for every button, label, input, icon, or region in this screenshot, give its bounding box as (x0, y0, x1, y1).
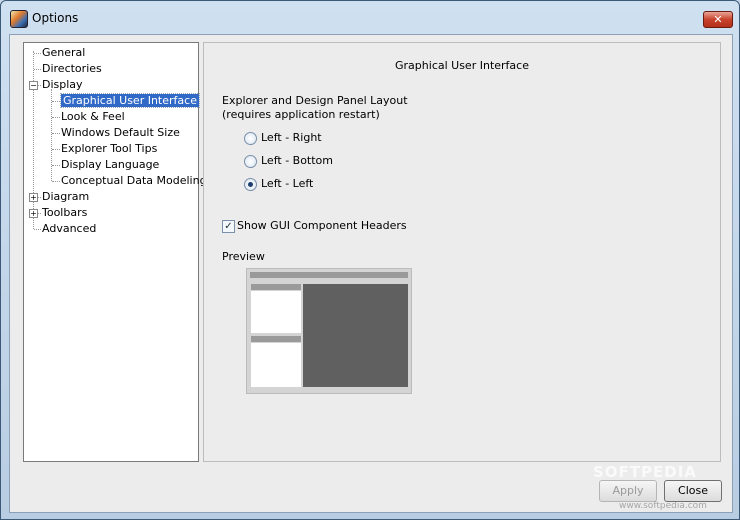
tree-item[interactable]: Windows Default Size (61, 125, 180, 140)
radio-left-left-indicator[interactable] (244, 178, 257, 191)
tree-item-label[interactable]: Diagram (42, 190, 89, 203)
tree-item-label[interactable]: Conceptual Data Modeling (61, 174, 207, 187)
tree-item-label[interactable]: General (42, 46, 85, 59)
tree-guide-line (52, 133, 60, 134)
window-close-button[interactable]: ✕ (703, 11, 733, 28)
preview-explorer-header (251, 284, 301, 290)
tree-item[interactable]: Display (42, 77, 83, 92)
tree-item[interactable]: Diagram (42, 189, 89, 204)
tree-item[interactable]: Advanced (42, 221, 96, 236)
dialog-body: General Directories − Display Graphical User… (9, 34, 733, 513)
collapse-icon[interactable]: − (29, 81, 38, 90)
tree-guide-line (34, 53, 41, 54)
close-button[interactable]: Close (664, 480, 722, 502)
radio-left-left-label[interactable]: Left - Left (261, 176, 313, 192)
tree-item[interactable]: Display Language (61, 157, 159, 172)
layout-section-label: Explorer and Design Panel Layout (requir… (222, 94, 408, 122)
tree-item[interactable]: General (42, 45, 85, 60)
radio-left-bottom-label[interactable]: Left - Bottom (261, 153, 333, 169)
preview-second-header (251, 336, 301, 342)
watermark-url: www.softpedia.com (619, 501, 707, 511)
tree-item-label[interactable]: Look & Feel (61, 110, 125, 123)
tree-guide-line (52, 101, 60, 102)
layout-label-line1: Explorer and Design Panel Layout (222, 94, 408, 107)
tree-guide-line (52, 165, 60, 166)
window-title: Options (32, 11, 79, 25)
expand-icon[interactable]: + (29, 209, 38, 218)
tree-item[interactable]: Explorer Tool Tips (61, 141, 157, 156)
radio-left-right-indicator[interactable] (244, 132, 257, 145)
tree-guide-line (34, 229, 41, 230)
options-window: Options ✕ General Directories − Display Grap… (0, 0, 740, 520)
tree-guide-line (52, 117, 60, 118)
expand-icon[interactable]: + (29, 193, 38, 202)
tree-guide-line (34, 69, 41, 70)
preview-label: Preview (222, 250, 265, 263)
layout-preview (246, 268, 412, 394)
settings-panel: Graphical User Interface Explorer and De… (203, 42, 721, 462)
tree-item[interactable]: Conceptual Data Modeling (61, 173, 207, 188)
tree-item-label[interactable]: Graphical User Interface (60, 93, 200, 108)
tree-guide-line (51, 89, 52, 181)
tree-item-label[interactable]: Advanced (42, 222, 96, 235)
tree-item[interactable]: Look & Feel (61, 109, 125, 124)
tree-item-label[interactable]: Display Language (61, 158, 159, 171)
tree-item[interactable]: Graphical User Interface (60, 93, 200, 108)
app-icon (10, 10, 28, 28)
tree-guide-line (52, 181, 60, 182)
preview-explorer-pane (251, 291, 301, 333)
layout-label-line2: (requires application restart) (222, 108, 380, 121)
tree-guide-line (33, 51, 34, 229)
tree-item[interactable]: Directories (42, 61, 102, 76)
radio-left-right-label[interactable]: Left - Right (261, 130, 322, 146)
tree-item-label[interactable]: Explorer Tool Tips (61, 142, 157, 155)
preview-second-pane (251, 343, 301, 387)
show-headers-label[interactable]: Show GUI Component Headers (237, 218, 407, 234)
apply-button[interactable]: Apply (599, 480, 657, 502)
tree-item-label[interactable]: Toolbars (42, 206, 87, 219)
tree-item-label[interactable]: Directories (42, 62, 102, 75)
panel-title: Graphical User Interface (395, 59, 529, 72)
title-bar[interactable]: Options ✕ (1, 1, 739, 35)
tree-item[interactable]: Toolbars (42, 205, 87, 220)
options-tree[interactable]: General Directories − Display Graphical User… (23, 42, 207, 462)
watermark: SOFTPEDIA (593, 463, 697, 481)
show-headers-checkbox[interactable]: ✓ (222, 220, 235, 233)
radio-left-bottom-indicator[interactable] (244, 155, 257, 168)
preview-design-panel (303, 284, 408, 387)
tree-guide-line (52, 149, 60, 150)
tree-item-label[interactable]: Display (42, 78, 83, 91)
preview-toolbar (250, 272, 408, 278)
tree-item-label[interactable]: Windows Default Size (61, 126, 180, 139)
